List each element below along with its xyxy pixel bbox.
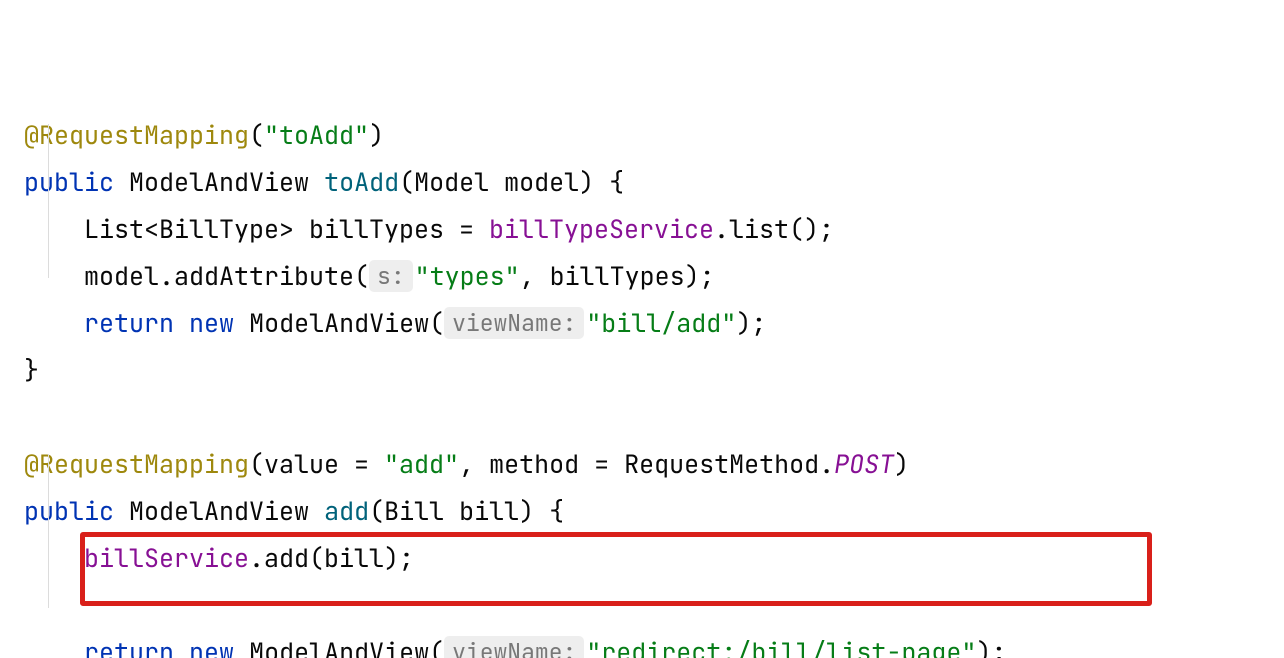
- string-literal: "toAdd": [264, 118, 369, 152]
- string-literal: "bill/add": [586, 306, 736, 340]
- indent-guide: [48, 454, 49, 608]
- text: , billTypes);: [520, 259, 715, 293]
- inlay-hint[interactable]: viewName:: [444, 636, 584, 658]
- string-literal: "types": [415, 259, 520, 293]
- text: model.addAttribute(: [84, 259, 369, 293]
- annotation-at: @: [24, 118, 39, 152]
- type: Bill: [384, 494, 444, 528]
- param-name: bill: [459, 494, 519, 528]
- text: ): [894, 447, 909, 481]
- field-ref: billService: [84, 541, 249, 575]
- string-literal: "add": [384, 447, 459, 481]
- keyword: return: [84, 306, 174, 340]
- text: ): [519, 494, 534, 528]
- type: ModelAndView: [129, 494, 309, 528]
- text: (: [369, 494, 384, 528]
- field-ref: billTypeService: [489, 212, 714, 246]
- text: );: [976, 635, 1006, 658]
- inlay-hint[interactable]: viewName:: [444, 307, 584, 339]
- type: ModelAndView: [129, 165, 309, 199]
- type: ModelAndView(: [249, 306, 444, 340]
- keyword: public: [24, 165, 114, 199]
- brace: {: [534, 494, 564, 528]
- keyword: new: [189, 306, 234, 340]
- text: (: [249, 118, 264, 152]
- code-line[interactable]: [24, 400, 39, 434]
- code-line[interactable]: billService.add(bill);: [24, 541, 414, 575]
- text: (value =: [249, 447, 384, 481]
- type: Model: [414, 165, 489, 199]
- code-line[interactable]: public ModelAndView add(Bill bill) {: [24, 494, 564, 528]
- code-line[interactable]: List<BillType> billTypes = billTypeServi…: [24, 212, 834, 246]
- enum-constant: POST: [834, 447, 894, 481]
- code-line[interactable]: public ModelAndView toAdd(Model model) {: [24, 165, 624, 199]
- text: List<BillType> billTypes =: [84, 212, 489, 246]
- param-name: model: [504, 165, 579, 199]
- text: );: [736, 306, 766, 340]
- keyword: return: [84, 635, 174, 658]
- code-line[interactable]: [24, 588, 39, 622]
- method-decl-name: add: [324, 494, 369, 528]
- code-line[interactable]: return new ModelAndView(viewName:"redire…: [24, 635, 1006, 658]
- type: ModelAndView(: [249, 635, 444, 658]
- code-line[interactable]: @RequestMapping("toAdd"): [24, 118, 384, 152]
- code-line[interactable]: @RequestMapping(value = "add", method = …: [24, 447, 909, 481]
- keyword: new: [189, 635, 234, 658]
- code-line[interactable]: return new ModelAndView(viewName:"bill/a…: [24, 306, 766, 340]
- code-editor[interactable]: @RequestMapping("toAdd") public ModelAnd…: [0, 0, 1284, 658]
- keyword: public: [24, 494, 114, 528]
- annotation-name: RequestMapping: [39, 447, 249, 481]
- brace: }: [24, 353, 39, 387]
- text: , method = RequestMethod.: [459, 447, 834, 481]
- brace: {: [594, 165, 624, 199]
- text: .list();: [714, 212, 834, 246]
- method-decl-name: toAdd: [324, 165, 399, 199]
- inlay-hint[interactable]: s:: [369, 260, 413, 292]
- code-line[interactable]: model.addAttribute(s:"types", billTypes)…: [24, 259, 715, 293]
- text: ): [579, 165, 594, 199]
- string-literal: "redirect:/bill/list-page": [586, 635, 976, 658]
- text: .add(bill);: [249, 541, 414, 575]
- indent-guide: [48, 124, 49, 278]
- code-line[interactable]: }: [24, 353, 39, 387]
- text: (: [399, 165, 414, 199]
- annotation-name: RequestMapping: [39, 118, 249, 152]
- annotation-at: @: [24, 447, 39, 481]
- text: ): [369, 118, 384, 152]
